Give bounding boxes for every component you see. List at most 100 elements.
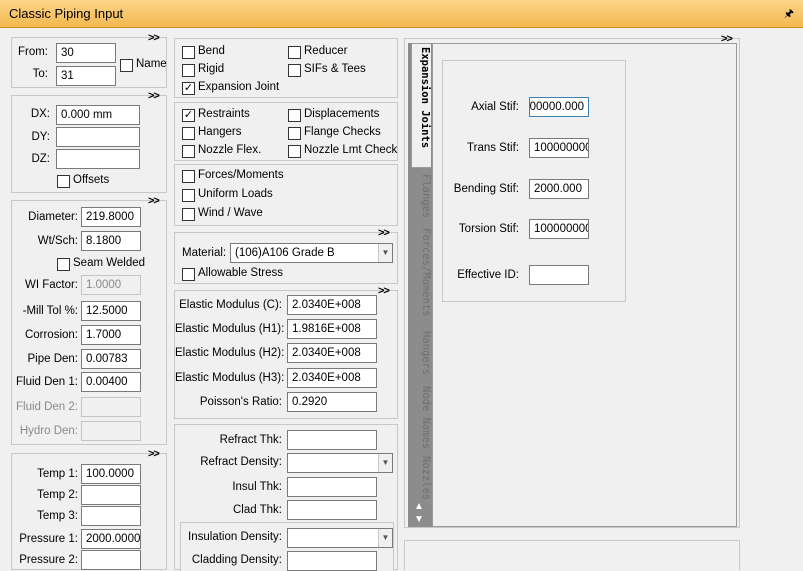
emh3-label: Elastic Modulus (H3): xyxy=(175,372,285,384)
expand-temps-button[interactable]: >> xyxy=(148,448,160,460)
pipe-den-input[interactable]: 0.00783 xyxy=(81,349,141,369)
fluid-den1-input[interactable]: 0.00400 xyxy=(81,372,141,392)
expansion-joint-fields: Axial Stif: 000000.000 Trans Stif: 10000… xyxy=(442,60,626,302)
tab-hangers[interactable]: Hangers xyxy=(412,328,432,378)
hangers-checkbox[interactable] xyxy=(182,127,195,140)
flange-checks-label: Flange Checks xyxy=(304,126,381,138)
refract-thk-input[interactable] xyxy=(287,430,377,450)
scroll-up-icon[interactable]: ▲ xyxy=(414,501,424,512)
wtsch-input[interactable]: 8.1800 xyxy=(81,231,141,251)
pressure1-input[interactable]: 2000.0000 xyxy=(81,529,141,549)
material-select[interactable]: (106)A106 Grade B ▼ xyxy=(230,243,393,263)
name-checkbox[interactable] xyxy=(120,59,133,72)
effective-id-input[interactable] xyxy=(529,265,589,285)
poisson-label: Poisson's Ratio: xyxy=(199,396,282,408)
tab-nozzles[interactable]: Nozzles xyxy=(412,453,432,503)
bending-stif-input[interactable]: 2000.000 xyxy=(529,179,589,199)
expand-material-button[interactable]: >> xyxy=(378,227,390,239)
dx-input[interactable]: 0.000 mm xyxy=(56,105,140,125)
rigid-checkbox[interactable] xyxy=(182,64,195,77)
reducer-checkbox[interactable] xyxy=(288,46,301,59)
bottom-right-panel xyxy=(404,540,740,570)
to-node-input[interactable]: 31 xyxy=(56,66,116,86)
tab-flanges[interactable]: Flanges xyxy=(412,171,432,221)
poisson-input[interactable]: 0.2920 xyxy=(287,392,377,412)
nozzle-lmt-checkbox[interactable] xyxy=(288,145,301,158)
tab-expansion-joints[interactable]: Expansion Joints xyxy=(411,43,431,168)
dx-label: DX: xyxy=(30,108,50,120)
corrosion-input[interactable]: 1.7000 xyxy=(81,325,141,345)
offsets-label: Offsets xyxy=(73,174,110,186)
sifs-tees-checkbox[interactable] xyxy=(288,64,301,77)
restraints-checkbox[interactable]: ✓ xyxy=(182,109,195,122)
displacements-checkbox[interactable] xyxy=(288,109,301,122)
clad-den-input[interactable] xyxy=(287,551,377,571)
dz-label: DZ: xyxy=(31,153,50,165)
scroll-down-icon[interactable]: ▼ xyxy=(414,514,424,525)
expand-deltas-button[interactable]: >> xyxy=(148,90,160,102)
refract-thk-label: Refract Thk: xyxy=(219,434,282,446)
from-node-input[interactable]: 30 xyxy=(56,43,116,63)
uniform-loads-checkbox[interactable] xyxy=(182,189,195,202)
clad-thk-label: Clad Thk: xyxy=(232,504,282,516)
emc-input[interactable]: 2.0340E+008 xyxy=(287,295,377,315)
pin-icon[interactable]: 🖈 xyxy=(784,5,794,24)
emh2-input[interactable]: 2.0340E+008 xyxy=(287,343,377,363)
chevron-down-icon[interactable]: ▼ xyxy=(378,529,392,547)
axial-stif-input[interactable]: 000000.000 xyxy=(529,97,589,117)
fluid-den2-input xyxy=(81,397,141,417)
diameter-input[interactable]: 219.8000 xyxy=(81,207,141,227)
insul-thk-input[interactable] xyxy=(287,477,377,497)
wl-factor-input: 1.0000 xyxy=(81,275,141,295)
pressure2-input[interactable] xyxy=(81,550,141,570)
dy-input[interactable] xyxy=(56,127,140,147)
emh3-input[interactable]: 2.0340E+008 xyxy=(287,368,377,388)
tab-node-names[interactable]: Node Names xyxy=(412,383,432,449)
aux-tab-strip: Expansion Joints Flanges Forces/Moments … xyxy=(408,43,432,527)
sifs-tees-label: SIFs & Tees xyxy=(304,63,366,75)
deltas-group: >> DX: 0.000 mm DY: DZ: Offsets xyxy=(11,90,167,193)
temp2-input[interactable] xyxy=(81,485,141,505)
emh1-label: Elastic Modulus (H1): xyxy=(175,323,285,335)
wind-wave-checkbox[interactable] xyxy=(182,208,195,221)
clad-den-label: Cladding Density: xyxy=(191,554,282,566)
tab-forces-moments[interactable]: Forces/Moments xyxy=(412,225,432,325)
chevron-down-icon[interactable]: ▼ xyxy=(378,454,392,472)
seam-welded-checkbox[interactable] xyxy=(57,258,70,271)
expansion-joint-checkbox[interactable]: ✓ xyxy=(182,82,195,95)
dz-input[interactable] xyxy=(56,149,140,169)
bend-checkbox[interactable] xyxy=(182,46,195,59)
name-label: Name xyxy=(136,58,167,70)
element-types-group: Bend Reducer Rigid SIFs & Tees ✓ Expansi… xyxy=(174,38,398,98)
refract-den-label: Refract Density: xyxy=(200,456,282,468)
forces-moments-checkbox[interactable] xyxy=(182,170,195,183)
pressure1-label: Pressure 1: xyxy=(19,533,78,545)
temp1-input[interactable]: 100.0000 xyxy=(81,464,141,484)
window-title: Classic Piping Input xyxy=(9,6,124,21)
reducer-label: Reducer xyxy=(304,45,348,57)
nozzle-flex-checkbox[interactable] xyxy=(182,145,195,158)
refract-den-select[interactable]: ▼ xyxy=(287,453,393,473)
expand-nodes-button[interactable]: >> xyxy=(148,32,160,44)
clad-thk-input[interactable] xyxy=(287,500,377,520)
trans-stif-input[interactable]: 100000000 xyxy=(529,138,589,158)
chevron-down-icon[interactable]: ▼ xyxy=(378,244,392,262)
flange-checks-checkbox[interactable] xyxy=(288,127,301,140)
offsets-checkbox[interactable] xyxy=(57,175,70,188)
insul-den-select[interactable]: ▼ xyxy=(287,528,393,548)
wtsch-label: Wt/Sch: xyxy=(37,235,78,247)
auxiliary-panel: >> Expansion Joints Flanges Forces/Momen… xyxy=(404,33,740,528)
torsion-stif-input[interactable]: 100000000 xyxy=(529,219,589,239)
fluid-den1-label: Fluid Den 1: xyxy=(15,376,78,388)
temp2-label: Temp 2: xyxy=(37,489,78,501)
expand-moduli-button[interactable]: >> xyxy=(378,285,390,297)
trans-stif-label: Trans Stif: xyxy=(467,142,519,154)
fluid-den2-label: Fluid Den 2: xyxy=(15,401,78,413)
pipe-den-label: Pipe Den: xyxy=(27,353,78,365)
mill-tol-input[interactable]: 12.5000 xyxy=(81,301,141,321)
emh1-input[interactable]: 1.9816E+008 xyxy=(287,319,377,339)
material-value: (106)A106 Grade B xyxy=(235,247,335,259)
temp3-input[interactable] xyxy=(81,506,141,526)
expand-pipe-button[interactable]: >> xyxy=(148,195,160,207)
allowable-stress-checkbox[interactable] xyxy=(182,268,195,281)
